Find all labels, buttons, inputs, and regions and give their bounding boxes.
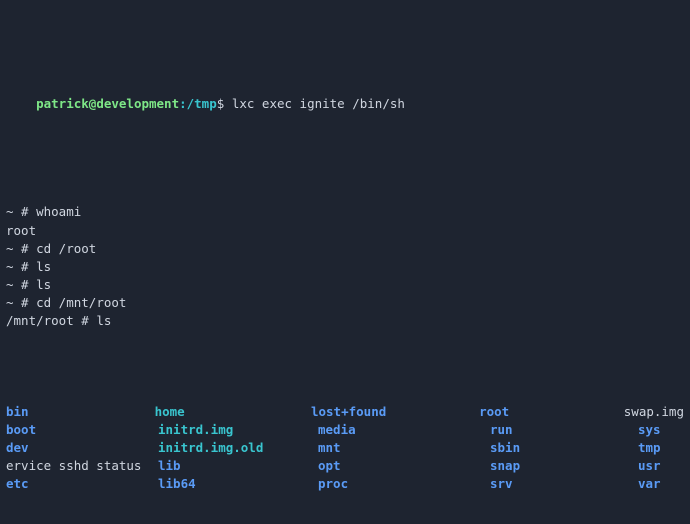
ls-entry: sys — [638, 421, 661, 439]
ls-entry: home — [155, 403, 311, 421]
ls-entry: initrd.img — [158, 421, 318, 439]
ls-entry: lib — [158, 457, 318, 475]
shell-line: ~ # whoami — [6, 203, 684, 221]
ls-entry: var — [638, 475, 661, 493]
ls-row: bootinitrd.imgmediarunsys — [6, 421, 684, 439]
shell-line: /mnt/root # ls — [6, 312, 684, 330]
prompt-text: ~ # — [6, 204, 36, 219]
ls-entry: srv — [490, 475, 638, 493]
shell-line: root — [6, 222, 684, 240]
ls-entry: etc — [6, 475, 158, 493]
ls-row: devinitrd.img.oldmntsbintmp — [6, 439, 684, 457]
ls-entry: mnt — [318, 439, 490, 457]
shell-line: ~ # ls — [6, 258, 684, 276]
prompt-text: /mnt/root # — [6, 313, 96, 328]
output-text: cd /root — [36, 241, 96, 256]
command-text: lxc exec ignite /bin/sh — [232, 96, 405, 111]
prompt-text: ~ # — [6, 259, 36, 274]
prompt-text: ~ # — [6, 241, 36, 256]
ls-entry: tmp — [638, 439, 661, 457]
ls-entry: snap — [490, 457, 638, 475]
ls-entry: lost+found — [311, 403, 479, 421]
ls-entry: opt — [318, 457, 490, 475]
output-text: cd /mnt/root — [36, 295, 126, 310]
prompt-symbol: $ — [217, 96, 232, 111]
ls-entry: usr — [638, 457, 661, 475]
output-text: ls — [96, 313, 111, 328]
shell-line: ~ # cd /root — [6, 240, 684, 258]
ls-entry: initrd.img.old — [158, 439, 318, 457]
output-text: whoami — [36, 204, 81, 219]
output-text: root — [6, 223, 36, 238]
ls-entry: proc — [318, 475, 490, 493]
output-text: ls — [36, 277, 51, 292]
shell-line: ~ # ls — [6, 276, 684, 294]
ls-entry: bin — [6, 403, 155, 421]
ls-entry: media — [318, 421, 490, 439]
ls-entry: swap.img — [624, 403, 684, 421]
ls-entry: lib64 — [158, 475, 318, 493]
ls-entry: boot — [6, 421, 158, 439]
ls-row: etclib64procsrvvar — [6, 475, 684, 493]
ls-entry: ervice sshd status — [6, 457, 158, 475]
cwd: :/tmp — [179, 96, 217, 111]
output-text: ls — [36, 259, 51, 274]
prompt-text: ~ # — [6, 295, 36, 310]
ls-entry: root — [479, 403, 624, 421]
ls-entry: sbin — [490, 439, 638, 457]
ls-row: binhomelost+foundrootswap.img — [6, 403, 684, 421]
ls-row: ervice sshd statusliboptsnapusr — [6, 457, 684, 475]
terminal[interactable]: patrick@development:/tmp$ lxc exec ignit… — [0, 0, 690, 524]
ls-entry: dev — [6, 439, 158, 457]
shell-prompt-line: patrick@development:/tmp$ lxc exec ignit… — [6, 77, 684, 131]
user-host: patrick@development — [36, 96, 179, 111]
ls-entry: run — [490, 421, 638, 439]
shell-line: ~ # cd /mnt/root — [6, 294, 684, 312]
prompt-text: ~ # — [6, 277, 36, 292]
